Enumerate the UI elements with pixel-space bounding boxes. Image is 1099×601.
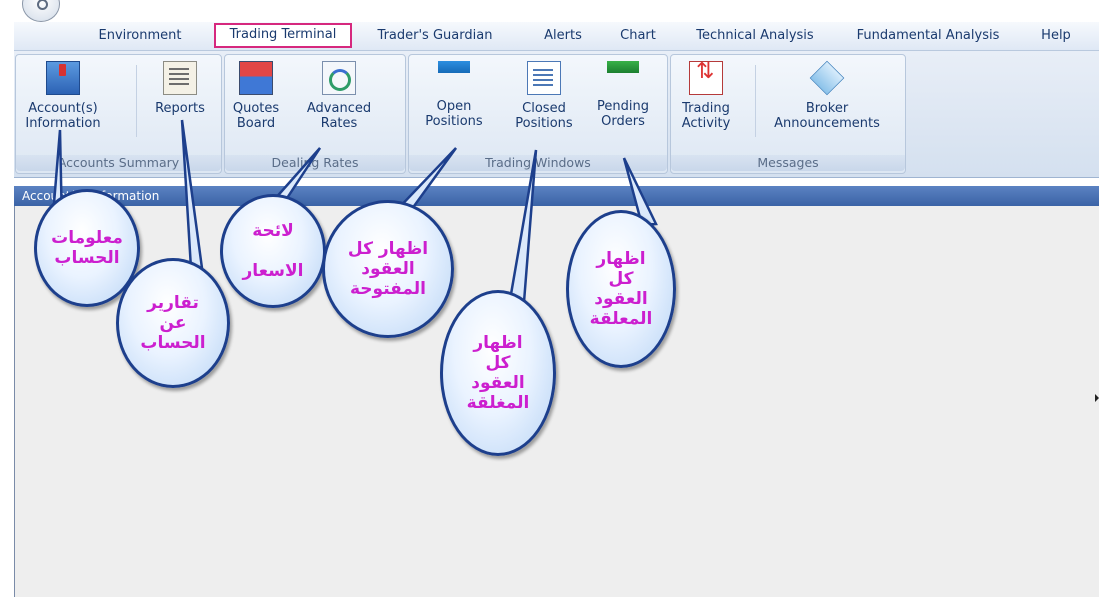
group-accounts-summary: Account(s) Information Reports Accounts … (15, 54, 222, 174)
group-dealing-rates: Quotes Board Advanced Rates Dealing Rate… (224, 54, 406, 174)
button-label-line1: Pending (597, 99, 649, 114)
button-label-line2: Rates (320, 116, 358, 131)
tab-traders-guardian[interactable]: Trader's Guardian (370, 24, 500, 48)
trading-activity-button[interactable]: Trading Activity (675, 61, 737, 131)
open-positions-button[interactable]: Open Positions (415, 61, 493, 129)
button-label-line1: Reports (155, 101, 205, 116)
reports-icon (163, 61, 197, 95)
separator (755, 65, 756, 137)
callout-text: تقارير عن الحساب (140, 293, 206, 353)
trading-platform-window: Environment Trading Terminal Trader's Gu… (0, 0, 1099, 601)
broker-announcements-button[interactable]: Broker Announcements (767, 60, 887, 131)
tab-technical-analysis[interactable]: Technical Analysis (690, 24, 820, 48)
tab-environment[interactable]: Environment (84, 24, 196, 48)
broker-announcements-icon (809, 60, 845, 96)
reports-button[interactable]: Reports (144, 61, 216, 116)
ribbon-panel: Account(s) Information Reports Accounts … (14, 51, 1099, 178)
callout-text: اظهار كل العقود المغلقة (466, 333, 530, 413)
open-positions-icon (438, 61, 470, 73)
trading-activity-icon (689, 61, 723, 95)
button-label-line2: Orders (601, 114, 645, 129)
callout-reports: تقارير عن الحساب (116, 258, 230, 388)
button-label-line1: Trading (682, 101, 730, 116)
document-tab-strip: Account(s) Information (14, 186, 1099, 206)
button-label-line1: Open (436, 99, 472, 114)
ribbon-tab-bar: Environment Trading Terminal Trader's Gu… (14, 22, 1099, 51)
callout-rates-list: لائحة الاسعار (220, 194, 326, 308)
button-label-line1: Broker (805, 101, 849, 116)
button-label-line1: Quotes (232, 101, 280, 116)
button-label-line2: Positions (515, 116, 573, 131)
advanced-rates-button[interactable]: Advanced Rates (301, 61, 377, 131)
closed-positions-icon (527, 61, 561, 95)
callout-pending-orders: اظهار كل العقود المعلقة (566, 210, 676, 368)
button-label-line2: Information (25, 116, 101, 131)
group-label-dealing-rates: Dealing Rates (225, 155, 405, 171)
closed-positions-button[interactable]: Closed Positions (505, 61, 583, 131)
account-info-icon (46, 61, 80, 95)
application-menu-orb[interactable] (22, 0, 60, 22)
group-messages: Trading Activity Broker Announcements Me… (670, 54, 906, 174)
button-label-line1: Account(s) (28, 101, 98, 116)
separator (136, 65, 137, 137)
callout-text: اظهار كل العقود المعلقة (589, 249, 653, 329)
group-label-messages: Messages (671, 155, 905, 171)
button-label-line2: Positions (425, 114, 483, 129)
button-label-line2: Activity (681, 116, 731, 131)
pending-orders-icon (607, 61, 639, 73)
button-label-line2: Board (236, 116, 276, 131)
button-label-line1: Advanced (306, 101, 372, 116)
group-trading-windows: Open Positions Closed Positions Pending … (408, 54, 668, 174)
tab-chart[interactable]: Chart (612, 24, 664, 48)
callout-open-positions: اظهار كل العقود المفتوحة (322, 200, 454, 338)
button-label-line2: Announcements (774, 116, 880, 131)
account-information-button[interactable]: Account(s) Information (20, 61, 106, 131)
quotes-board-icon (239, 61, 273, 95)
advanced-rates-icon (322, 61, 356, 95)
group-label-accounts-summary: Accounts Summary (16, 155, 221, 171)
callout-text: اظهار كل العقود المفتوحة (347, 239, 429, 299)
group-label-trading-windows: Trading Windows (409, 155, 667, 171)
tab-fundamental-analysis[interactable]: Fundamental Analysis (850, 24, 1006, 48)
callout-text: معلومات الحساب (51, 228, 123, 268)
pending-orders-button[interactable]: Pending Orders (587, 61, 659, 129)
callout-closed-positions: اظهار كل العقود المغلقة (440, 290, 556, 456)
tab-trading-terminal[interactable]: Trading Terminal (214, 23, 352, 48)
callout-text: لائحة الاسعار (242, 221, 304, 281)
button-label-line1: Closed (522, 101, 566, 116)
quotes-board-button[interactable]: Quotes Board (227, 61, 285, 131)
tab-alerts[interactable]: Alerts (536, 24, 590, 48)
tab-help[interactable]: Help (1034, 24, 1078, 48)
scroll-arrow-icon[interactable] (1095, 394, 1099, 402)
